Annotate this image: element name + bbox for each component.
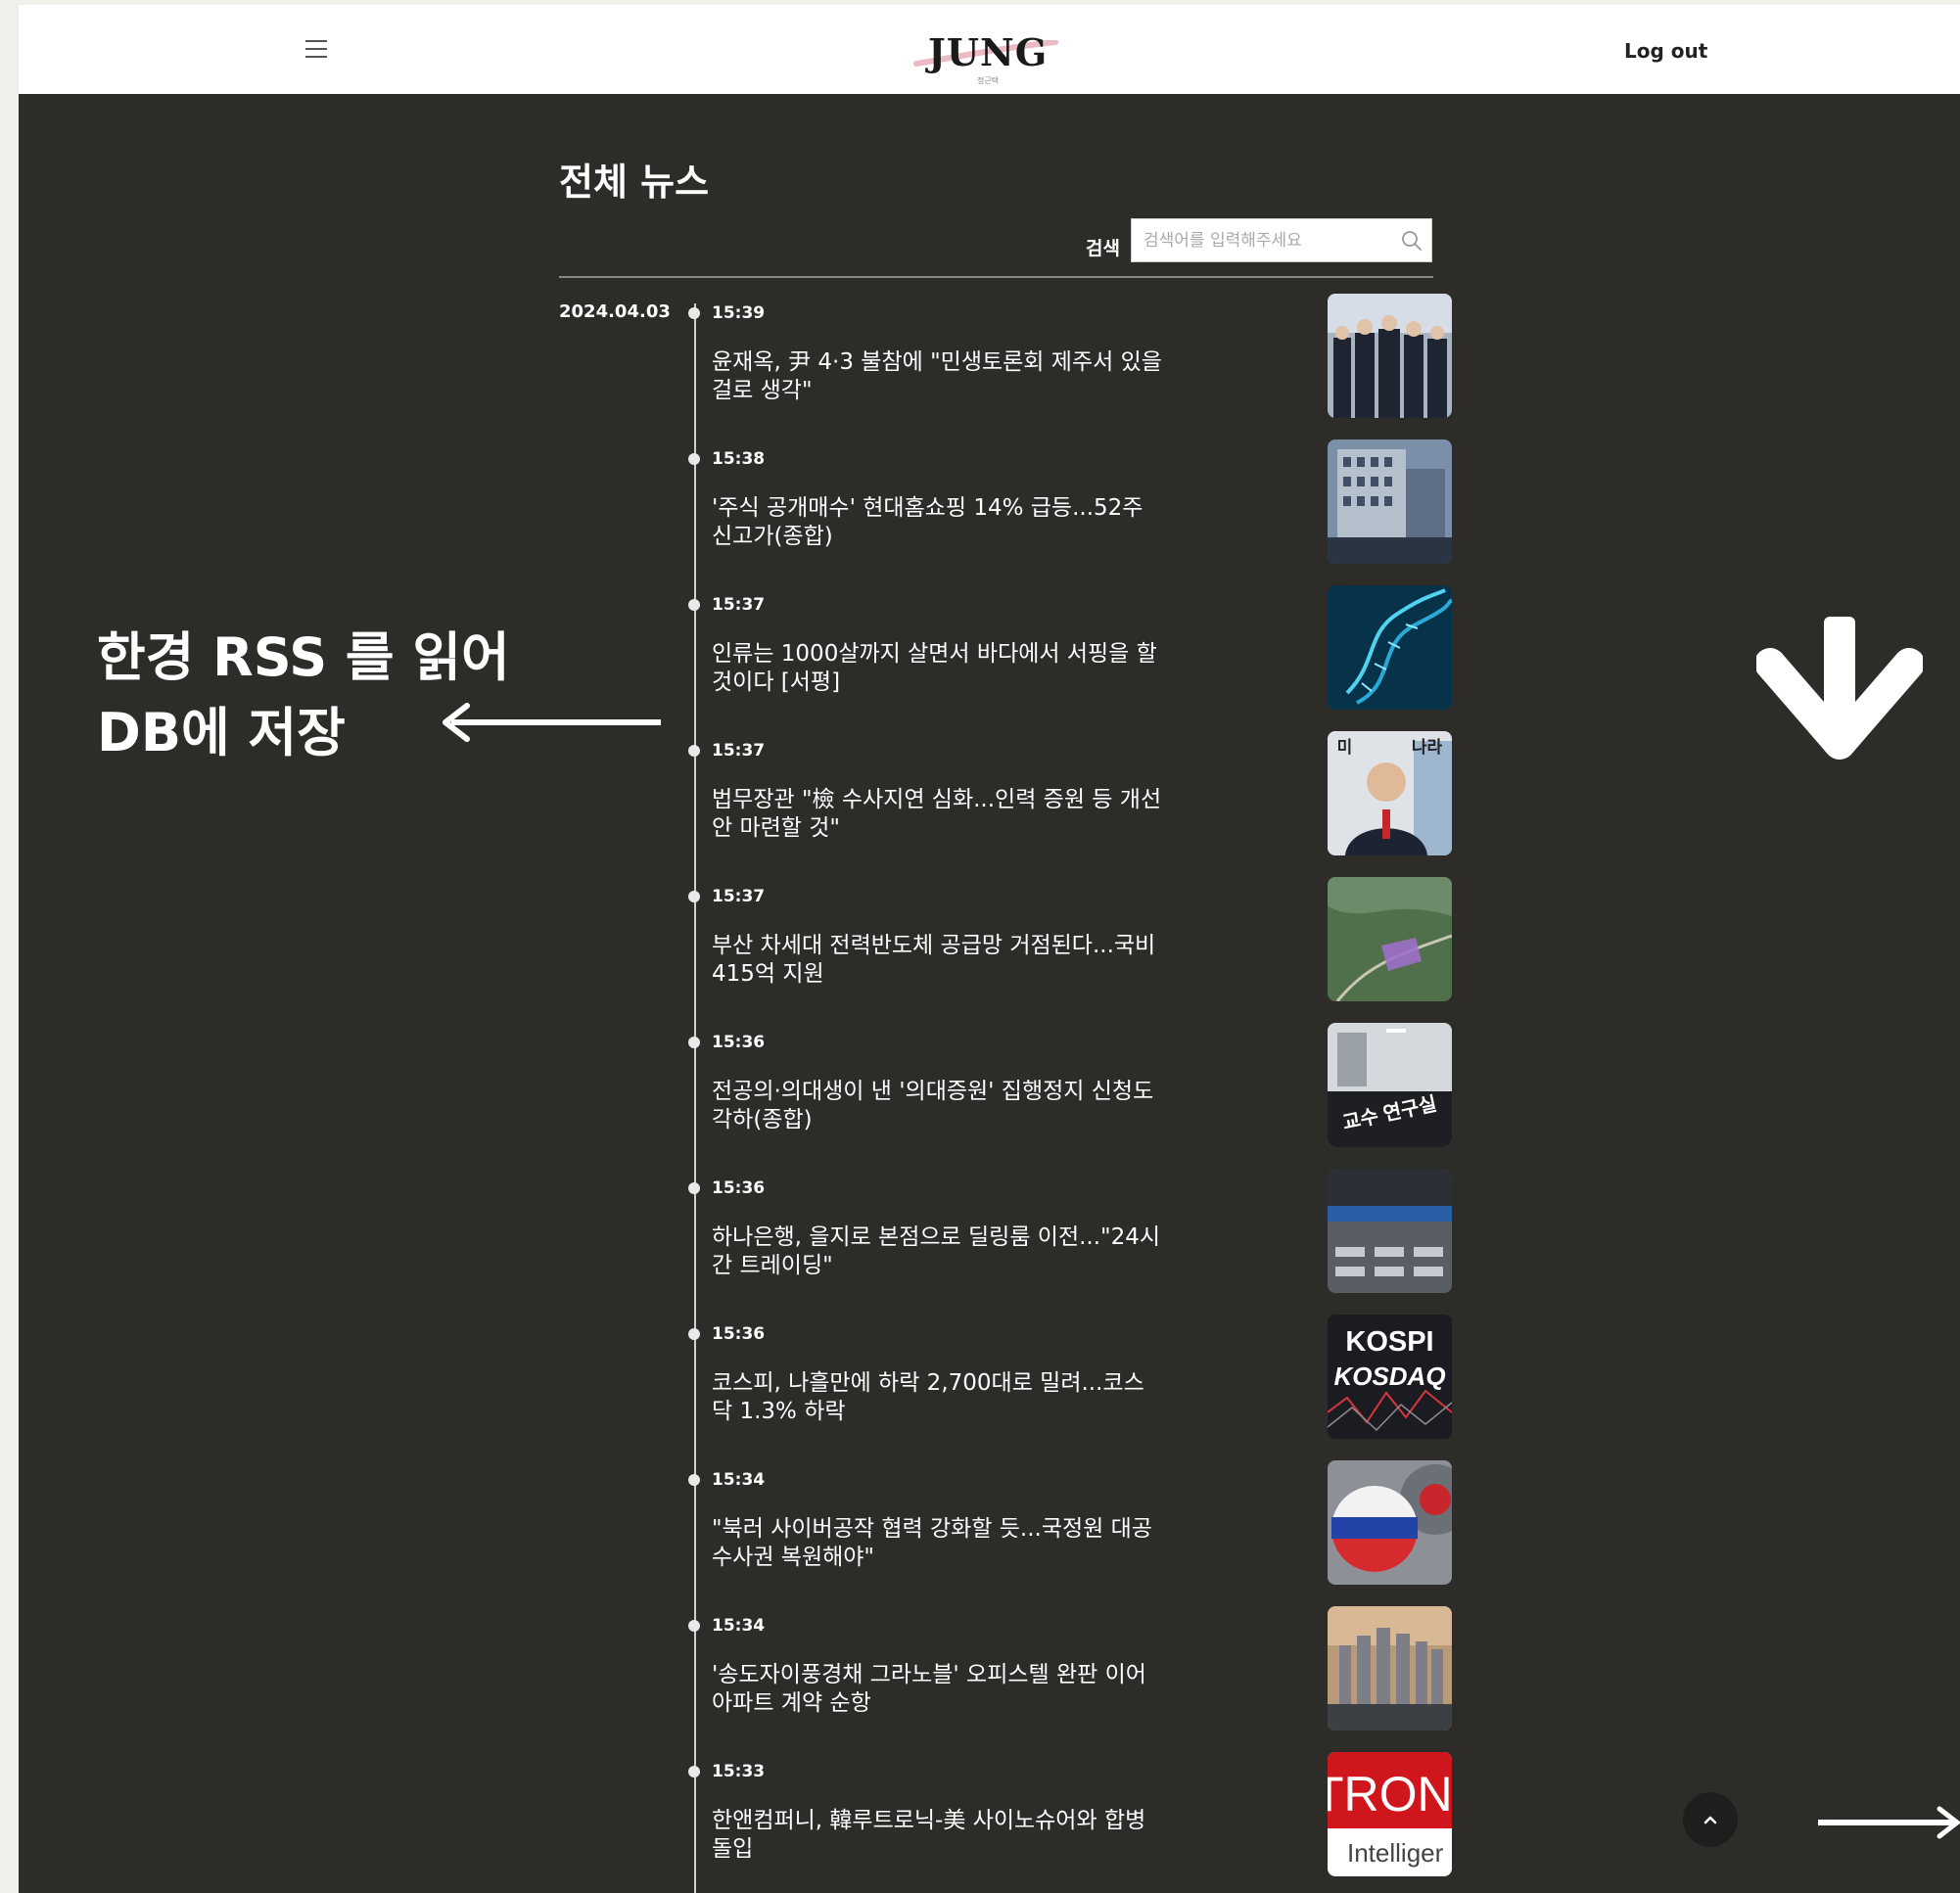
thumb-caption: Intelliger: [1347, 1838, 1444, 1868]
timeline-dot: [688, 1766, 700, 1778]
news-time: 15:37: [712, 741, 766, 761]
news-item[interactable]: 15:34 "북러 사이버공작 협력 강화할 듯...국정원 대공수사권 복원해…: [684, 1460, 1452, 1597]
news-time: 15:36: [712, 1033, 766, 1052]
news-thumbnail[interactable]: [1328, 877, 1452, 1001]
news-time: 15:34: [712, 1616, 766, 1636]
news-thumbnail[interactable]: [1328, 1606, 1452, 1731]
arrow-left-icon: [443, 703, 661, 742]
news-item[interactable]: 15:38 '주식 공개매수' 현대홈쇼핑 14% 급등...52주 신고가(종…: [684, 439, 1452, 577]
thumb-caption: TRON: [1328, 1767, 1452, 1822]
news-time: 15:39: [712, 303, 766, 323]
news-time: 15:38: [712, 449, 766, 469]
news-item[interactable]: 15:36 코스피, 나흘만에 하락 2,700대로 밀려...코스닥 1.3%…: [684, 1315, 1452, 1452]
timeline-dot: [688, 891, 700, 902]
timeline-dot: [688, 599, 700, 611]
scroll-to-top-button[interactable]: [1683, 1792, 1738, 1847]
news-headline[interactable]: 인류는 1000살까지 살면서 바다에서 서핑을 할 것이다 [서평]: [712, 640, 1162, 697]
timeline-dot: [688, 1328, 700, 1340]
news-thumbnail[interactable]: KOSPI KOSDAQ: [1328, 1315, 1452, 1439]
news-list: 15:39 윤재옥, 尹 4·3 불참에 "민생토론회 제주서 있을 걸로 생각…: [19, 5, 1960, 1893]
news-item[interactable]: 15:36 전공의·의대생이 낸 '의대증원' 집행정지 신청도 각하(종합) …: [684, 1023, 1452, 1160]
news-item[interactable]: 15:37 부산 차세대 전력반도체 공급망 거점된다...국비 415억 지원: [684, 877, 1452, 1014]
arrow-right-icon: [1818, 1806, 1960, 1839]
timeline-dot: [688, 307, 700, 319]
news-thumbnail[interactable]: 교수 연구실: [1328, 1023, 1452, 1147]
news-thumbnail[interactable]: [1328, 294, 1452, 418]
annotation-line-1: 한경 RSS 를 읽어: [97, 626, 510, 688]
news-time: 15:36: [712, 1178, 766, 1198]
news-item[interactable]: 15:36 하나은행, 을지로 본점으로 딜링룸 이전..."24시간 트레이딩…: [684, 1169, 1452, 1306]
news-headline[interactable]: 법무장관 "檢 수사지연 심화...인력 증원 등 개선안 마련할 것": [712, 786, 1162, 843]
news-item[interactable]: 15:33 한앤컴퍼니, 韓루트로닉-美 사이노슈어와 합병 돌입 TRON I…: [684, 1752, 1452, 1889]
news-thumbnail[interactable]: [1328, 1460, 1452, 1585]
news-headline[interactable]: 한앤컴퍼니, 韓루트로닉-美 사이노슈어와 합병 돌입: [712, 1807, 1162, 1864]
news-headline[interactable]: "북러 사이버공작 협력 강화할 듯...국정원 대공수사권 복원해야": [712, 1515, 1162, 1572]
news-time: 15:37: [712, 595, 766, 615]
news-thumbnail[interactable]: [1328, 439, 1452, 564]
timeline-dot: [688, 745, 700, 757]
news-item[interactable]: 15:37 인류는 1000살까지 살면서 바다에서 서핑을 할 것이다 [서평…: [684, 585, 1452, 722]
news-time: 15:36: [712, 1324, 766, 1344]
browser-viewport: JUNG 정근택 Log out 전체 뉴스 검색 2024.04.03 15:…: [19, 5, 1960, 1893]
timeline-dot: [688, 1037, 700, 1048]
news-headline[interactable]: 윤재옥, 尹 4·3 불참에 "민생토론회 제주서 있을 걸로 생각": [712, 348, 1162, 405]
news-thumbnail[interactable]: 미 나라: [1328, 731, 1452, 855]
news-headline[interactable]: 하나은행, 을지로 본점으로 딜링룸 이전..."24시간 트레이딩": [712, 1224, 1162, 1280]
timeline-dot: [688, 453, 700, 465]
news-item[interactable]: 15:37 법무장관 "檢 수사지연 심화...인력 증원 등 개선안 마련할 …: [684, 731, 1452, 868]
news-thumbnail[interactable]: [1328, 585, 1452, 710]
news-thumbnail[interactable]: [1328, 1169, 1452, 1293]
thumb-caption: 나라: [1411, 738, 1443, 757]
timeline-dot: [688, 1182, 700, 1194]
timeline-dot: [688, 1474, 700, 1486]
news-time: 15:34: [712, 1470, 766, 1490]
news-item[interactable]: 15:34 '송도자이풍경채 그라노블' 오피스텔 완판 이어 아파트 계약 순…: [684, 1606, 1452, 1743]
news-thumbnail[interactable]: TRON Intelliger: [1328, 1752, 1452, 1876]
news-item[interactable]: 15:39 윤재옥, 尹 4·3 불참에 "민생토론회 제주서 있을 걸로 생각…: [684, 294, 1452, 431]
news-time: 15:37: [712, 887, 766, 906]
chevron-up-icon: [1703, 1816, 1717, 1824]
annotation-text: 한경 RSS 를 읽어 DB에 저장: [97, 620, 510, 770]
news-headline[interactable]: 부산 차세대 전력반도체 공급망 거점된다...국비 415억 지원: [712, 932, 1162, 989]
news-headline[interactable]: 전공의·의대생이 낸 '의대증원' 집행정지 신청도 각하(종합): [712, 1078, 1162, 1134]
news-time: 15:33: [712, 1762, 766, 1781]
news-headline[interactable]: '송도자이풍경채 그라노블' 오피스텔 완판 이어 아파트 계약 순항: [712, 1661, 1162, 1718]
news-headline[interactable]: 코스피, 나흘만에 하락 2,700대로 밀려...코스닥 1.3% 하락: [712, 1369, 1162, 1426]
arrow-down-icon: [1756, 617, 1923, 760]
timeline-dot: [688, 1620, 700, 1632]
thumb-caption: KOSPI: [1345, 1326, 1434, 1358]
thumb-caption: KOSDAQ: [1333, 1362, 1446, 1391]
news-headline[interactable]: '주식 공개매수' 현대홈쇼핑 14% 급등...52주 신고가(종합): [712, 494, 1162, 551]
